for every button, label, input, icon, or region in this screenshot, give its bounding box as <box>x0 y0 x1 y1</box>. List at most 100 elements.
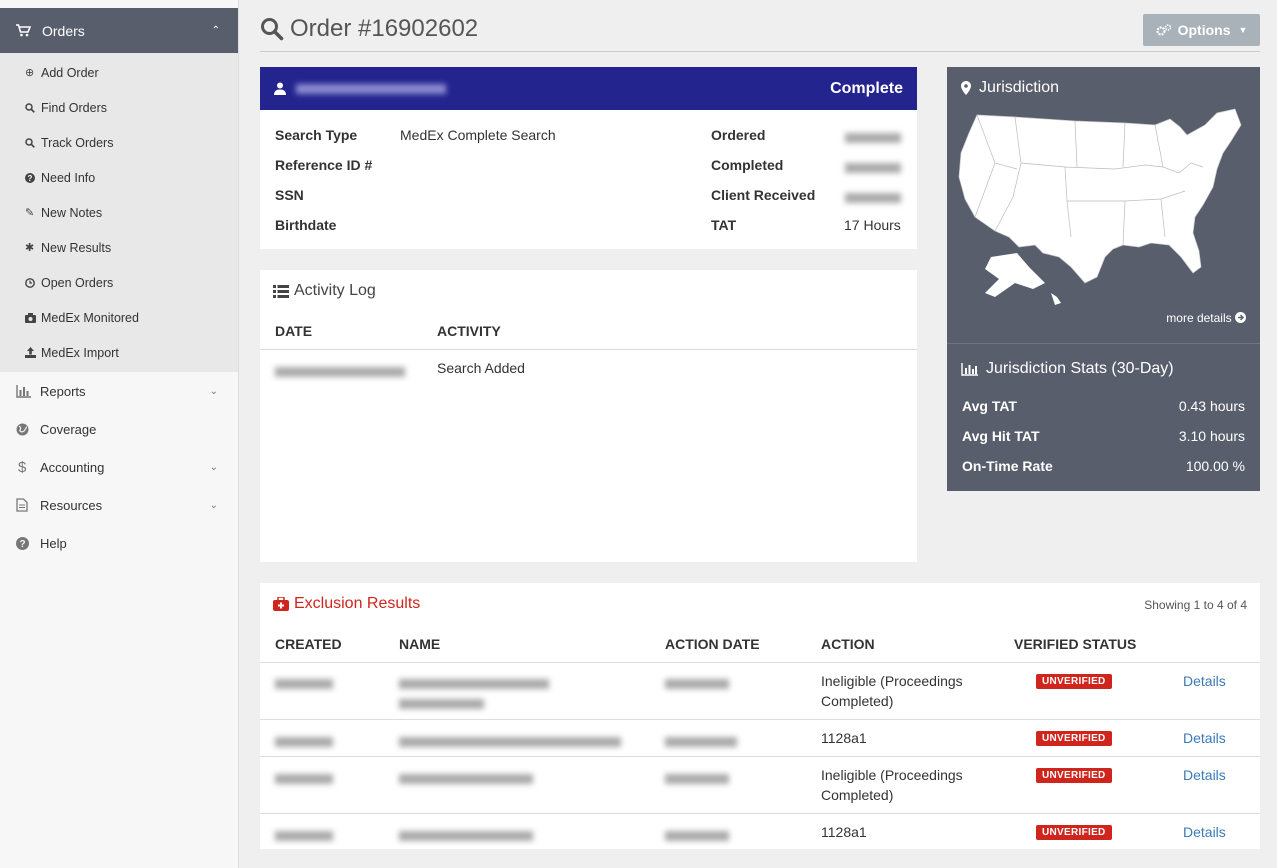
details-link[interactable]: Details <box>1183 673 1226 689</box>
action-date-redacted <box>665 676 729 692</box>
asterisk-icon: ✱ <box>25 242 35 254</box>
search-icon <box>25 102 41 113</box>
sidebar: Orders ⌃ ⊕ Add Order Find Orders Track O… <box>0 0 239 868</box>
action-text: 1128a1 <box>821 824 867 840</box>
ordered-value-redacted <box>845 130 901 146</box>
file-icon <box>16 498 40 512</box>
medkit-icon <box>273 597 289 611</box>
sidebar-subitem-need-info[interactable]: ? Need Info <box>0 160 238 195</box>
col-date: DATE <box>275 323 313 339</box>
dollar-icon: $ <box>18 458 27 476</box>
sidebar-subitem-label: New Notes <box>41 205 103 220</box>
action-text: Ineligible (Proceedings <box>821 767 963 783</box>
plus-circle-icon: ⊕ <box>25 67 35 79</box>
sidebar-item-label: Coverage <box>40 421 97 437</box>
user-icon <box>274 82 286 95</box>
exclusion-results-title: Exclusion Results <box>273 595 420 613</box>
jurisdiction-card: Jurisdiction more details Jurisdiction S… <box>947 67 1260 491</box>
chevron-down-icon: ⌄ <box>209 499 218 511</box>
gears-icon <box>1155 23 1171 36</box>
svg-text:?: ? <box>28 174 33 183</box>
col-created: CREATED <box>275 636 342 652</box>
sidebar-item-orders[interactable]: Orders ⌃ <box>0 8 238 53</box>
search-icon <box>25 137 41 148</box>
chevron-down-icon: ⌄ <box>209 461 218 473</box>
results-count: Showing 1 to 4 of 4 <box>1144 598 1247 612</box>
created-redacted <box>275 828 333 844</box>
sidebar-subitem-label: Open Orders <box>41 275 114 290</box>
shopping-cart-icon <box>16 24 34 37</box>
sidebar-subitem-medex-import[interactable]: MedEx Import <box>0 335 238 370</box>
col-activity: ACTIVITY <box>437 323 501 339</box>
sidebar-item-label: Accounting <box>40 459 105 475</box>
divider <box>260 813 1260 814</box>
activity-log-title: Activity Log <box>273 282 376 300</box>
sidebar-subitem-add-order[interactable]: ⊕ Add Order <box>0 55 238 90</box>
search-icon <box>261 18 284 41</box>
stat-label: Avg TAT <box>962 398 1017 414</box>
details-link[interactable]: Details <box>1183 730 1226 746</box>
name-redacted <box>399 676 549 692</box>
sidebar-subitem-label: MedEx Monitored <box>41 310 139 325</box>
search-type-value: MedEx Complete Search <box>400 127 556 143</box>
jurisdiction-title-text: Jurisdiction <box>979 79 1060 96</box>
sidebar-subitem-open-orders[interactable]: Open Orders <box>0 265 238 300</box>
sidebar-subitem-label: Track Orders <box>41 135 114 150</box>
activity-log-card: Activity Log DATE ACTIVITY Search Added <box>260 270 917 562</box>
activity-log-title-text: Activity Log <box>294 282 376 299</box>
divider <box>260 756 1260 757</box>
sidebar-item-accounting[interactable]: $ Accounting ⌄ <box>0 448 238 486</box>
details-link[interactable]: Details <box>1183 824 1226 840</box>
activity-date-redacted <box>275 364 405 380</box>
exclusion-results-title-text: Exclusion Results <box>294 595 421 612</box>
name-redacted <box>399 828 533 844</box>
exclusion-results-card: Exclusion Results Showing 1 to 4 of 4 CR… <box>260 583 1260 849</box>
status-badge: UNVERIFIED <box>1036 825 1112 840</box>
status-badge: UNVERIFIED <box>1036 674 1112 689</box>
tat-value: 17 Hours <box>844 217 901 233</box>
col-name: NAME <box>399 636 441 652</box>
status-badge: UNVERIFIED <box>1036 768 1112 783</box>
sidebar-item-help[interactable]: ? Help <box>0 524 238 562</box>
page-title: Order #16902602 <box>260 15 478 43</box>
divider <box>947 343 1260 344</box>
client-received-label: Client Received <box>711 187 816 203</box>
question-circle-icon: ? <box>16 536 40 550</box>
details-link[interactable]: Details <box>1183 767 1226 783</box>
ssn-label: SSN <box>275 187 304 203</box>
sidebar-subitem-new-results[interactable]: ✱ New Results <box>0 230 238 265</box>
sidebar-item-reports[interactable]: Reports ⌄ <box>0 372 238 410</box>
action-date-redacted <box>665 771 729 787</box>
name-redacted <box>399 771 533 787</box>
name-redacted <box>399 734 621 750</box>
col-action: ACTION <box>821 636 875 652</box>
action-text: Completed) <box>821 693 894 709</box>
page-header: Order #16902602 Options ▼ <box>260 0 1260 52</box>
sidebar-subitem-label: New Results <box>41 240 112 255</box>
us-map[interactable] <box>955 107 1255 312</box>
more-details-link[interactable]: more details <box>1166 311 1246 325</box>
sidebar-subitem-new-notes[interactable]: ✎ New Notes <box>0 195 238 230</box>
sidebar-subitem-medex-monitored[interactable]: MedEx Monitored <box>0 300 238 335</box>
action-text: 1128a1 <box>821 730 867 746</box>
col-verified-status: VERIFIED STATUS <box>1014 636 1137 652</box>
page-title-text: Order #16902602 <box>290 15 479 42</box>
activity-row-text: Search Added <box>437 360 525 376</box>
created-redacted <box>275 771 333 787</box>
arrow-circle-right-icon <box>1235 311 1246 325</box>
sidebar-item-resources[interactable]: Resources ⌄ <box>0 486 238 524</box>
options-button[interactable]: Options ▼ <box>1143 14 1260 46</box>
stat-value: 3.10 hours <box>1178 428 1245 444</box>
clock-icon <box>25 277 41 288</box>
created-redacted <box>275 676 333 692</box>
jurisdiction-title: Jurisdiction <box>961 79 1059 97</box>
stat-label: On-Time Rate <box>962 458 1053 474</box>
globe-icon <box>16 423 40 436</box>
reference-id-label: Reference ID # <box>275 157 373 173</box>
search-type-label: Search Type <box>275 127 358 143</box>
tat-label: TAT <box>711 217 737 233</box>
sidebar-subitem-find-orders[interactable]: Find Orders <box>0 90 238 125</box>
sidebar-subitem-track-orders[interactable]: Track Orders <box>0 125 238 160</box>
sidebar-item-coverage[interactable]: Coverage <box>0 410 238 448</box>
options-label: Options <box>1177 22 1231 38</box>
